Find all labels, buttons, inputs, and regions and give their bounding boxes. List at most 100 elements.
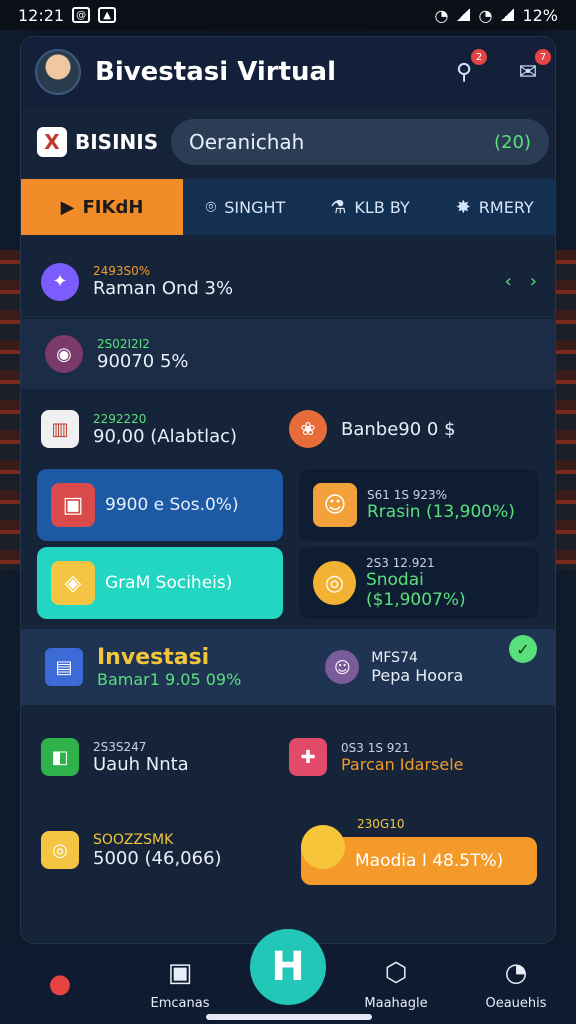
bookshelf-icon: ▥ — [41, 410, 79, 448]
business-logo-icon: X — [37, 127, 67, 157]
orange-action-button[interactable]: Maodia I 48.5T%) — [301, 825, 537, 885]
tile-label: Rrasin (13,900%) — [367, 502, 515, 522]
star-icon: ✸ — [455, 196, 471, 218]
message-button[interactable]: ✉ 7 — [513, 49, 551, 87]
item-title: Banbe90 0 $ — [341, 418, 456, 440]
invest-sub: Bamar1 9.05 09% — [97, 670, 242, 689]
item-title: 90070 5% — [97, 350, 189, 372]
home-indicator[interactable] — [206, 1014, 372, 1020]
item-title: 90,00 (Alabtlac) — [93, 425, 238, 447]
bottom-nav: ● ▣ Emcanas H ⬡ Maahagle ◔ Oeauehis — [0, 929, 576, 1024]
tab-label: SINGHT — [224, 197, 286, 217]
gift-box-icon: ▣ — [51, 483, 95, 527]
tile-card[interactable]: ☺ S61 1S 923% Rrasin (13,900%) — [299, 469, 539, 541]
profile-icon: ☺ — [325, 650, 360, 684]
location-icon: ● — [48, 969, 72, 999]
item-title: Raman Ond 3% — [93, 278, 234, 299]
tab-singht[interactable]: ⌾ SINGHT — [183, 179, 308, 235]
wallet-icon: ◧ — [41, 738, 79, 776]
item-small: 2S3S247 — [93, 739, 147, 754]
target-icon: ◎ — [313, 561, 356, 605]
item-small: 0S3 1S 921 — [341, 740, 410, 755]
battery-text: 12% — [522, 5, 558, 25]
item-small: 2292220 — [93, 411, 147, 426]
user-icon: ◔ — [504, 957, 528, 988]
play-icon: ▶ — [60, 196, 75, 218]
tab-bar: ▶ FIKdH ⌾ SINGHT ⚗ KLB BY ✸ RMERY — [21, 179, 555, 235]
nav-label: Oeauehis — [485, 995, 547, 1011]
pin-icon: ⌾ — [205, 196, 217, 218]
list-row: ◧ 2S3S247 Uauh Nnta ✚ 0S3 1S 921 Parcan … — [21, 719, 555, 795]
palette-icon: ❀ — [289, 410, 327, 448]
tab-active[interactable]: ▶ FIKdH — [21, 179, 184, 235]
coins-icon: ◎ — [41, 831, 79, 869]
left-city-decoration — [0, 250, 22, 570]
right-city-decoration — [554, 250, 576, 570]
bell-icon: ⚲ — [455, 59, 473, 85]
tile-small: S61 1S 923% — [367, 488, 448, 502]
search-value: Oeranichah — [189, 130, 305, 154]
chart-icon: ▤ — [45, 648, 83, 686]
nav-item-location[interactable]: ● — [10, 949, 110, 1019]
signal-icon-2 — [500, 9, 515, 21]
chip-icon: ◉ — [45, 335, 83, 373]
search-badge: (20) — [494, 131, 531, 153]
search-input[interactable]: Oeranichah (20) — [171, 119, 549, 165]
nav-item-maahagle[interactable]: ⬡ Maahagle — [346, 949, 446, 1019]
item-small: 2493S0% — [93, 264, 151, 278]
wifi-off-icon: ◔ — [478, 5, 493, 25]
profile-small: MFS74 — [371, 649, 418, 666]
tile-card[interactable]: ◎ 2S3 12.921 Snodai ($1,9007%) — [299, 547, 539, 619]
status-time: 12:21 — [18, 5, 65, 25]
tile-card[interactable]: ◈ GraM Sociheis) — [37, 547, 283, 619]
list-item[interactable]: ▥ 2292220 90,00 (Alabtlac) — [41, 410, 289, 448]
avatar[interactable] — [35, 49, 81, 95]
item-small: SOOZZSMK — [93, 831, 174, 848]
list-row: ▥ 2292220 90,00 (Alabtlac) ❀ Banbe90 0 $ — [21, 393, 555, 465]
tile-label: Snodai ($1,9007%) — [365, 570, 466, 610]
list-item[interactable]: ❀ Banbe90 0 $ — [289, 410, 537, 448]
compass-icon: ✦ — [41, 262, 79, 301]
nav-item-oeauehis[interactable]: ◔ Oeauehis — [466, 949, 566, 1019]
tab-label: RMERY — [478, 197, 534, 217]
main-card: Bivestasi Virtual ⚲ 2 ✉ 7 X BISINIS Oera… — [20, 36, 556, 944]
message-badge: 7 — [535, 49, 551, 65]
investasi-panel[interactable]: ▤ Investasi Bamar1 9.05 09% ☺ MFS74 Pepa… — [21, 629, 555, 705]
list-item[interactable]: ◎ SOOZZSMK 5000 (46,066) — [41, 831, 289, 869]
app-icon: @ — [72, 7, 91, 23]
business-row: X BISINIS Oeranichah (20) — [21, 117, 555, 167]
check-icon[interactable]: ✓ — [509, 635, 537, 663]
page-title: Bivestasi Virtual — [95, 57, 336, 87]
tab-klb[interactable]: ⚗ KLB BY — [308, 179, 433, 235]
orange-label: Maodia I 48.5T%) — [355, 851, 504, 871]
item-title: 5000 (46,066) — [93, 847, 222, 869]
item-small: 2S02I2I2 — [97, 336, 150, 351]
coupon-icon: ✚ — [289, 738, 327, 776]
tile-card[interactable]: ▣ 9900 e Sos.0%) — [37, 469, 283, 541]
tab-rmery[interactable]: ✸ RMERY — [432, 179, 555, 235]
profile-name: Pepa Hoora — [371, 665, 464, 685]
chevron-left-icon[interactable]: ‹ — [505, 271, 512, 292]
tile-label: 9900 e Sos.0%) — [105, 495, 239, 515]
profile-item[interactable]: ☺ MFS74 Pepa Hoora — [325, 650, 463, 685]
header: Bivestasi Virtual ⚲ 2 ✉ 7 — [21, 37, 555, 107]
item-title: Uauh Nnta — [93, 753, 189, 775]
item-title: Parcan Idarsele — [341, 754, 464, 774]
cash-icon: ◈ — [51, 561, 95, 605]
chevron-icons[interactable]: ‹ › — [505, 271, 537, 292]
list-item[interactable]: ✦ 2493S0% Raman Ond 3% ‹ › — [21, 247, 555, 317]
shield-icon: ⬡ — [384, 957, 408, 988]
mail-icon: ✉ — [518, 59, 538, 85]
notification-badge: 2 — [471, 49, 487, 65]
list-item[interactable]: ✚ 0S3 1S 921 Parcan Idarsele — [289, 738, 537, 776]
cart-icon: ⚗ — [330, 196, 347, 218]
list-item[interactable]: ◧ 2S3S247 Uauh Nnta — [41, 738, 289, 776]
list-item[interactable]: ◉ 2S02I2I2 90070 5% — [21, 319, 555, 389]
chevron-right-icon[interactable]: › — [530, 271, 537, 292]
notification-button[interactable]: ⚲ 2 — [449, 49, 487, 87]
nav-item-emcanas[interactable]: ▣ Emcanas — [130, 949, 230, 1019]
tile-label: GraM Sociheis) — [105, 573, 233, 593]
coin-icon — [301, 825, 345, 869]
home-button[interactable]: H — [250, 929, 326, 1005]
tab-label: KLB BY — [354, 197, 410, 217]
